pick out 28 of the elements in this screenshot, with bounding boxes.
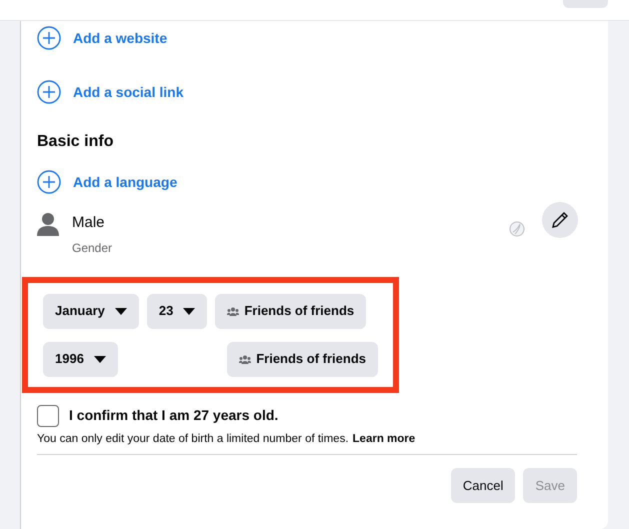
person-icon (37, 212, 59, 236)
section-heading: Basic info (37, 132, 114, 152)
add-link[interactable]: Add a social link (37, 76, 578, 108)
date-dropdown[interactable]: January (43, 294, 139, 328)
caret-icon (183, 308, 196, 314)
learn-more-link[interactable]: Learn more (352, 430, 416, 448)
checkbox[interactable] (37, 404, 59, 426)
add-link[interactable]: Add a language (37, 166, 578, 198)
date-dropdown[interactable]: 23 (146, 294, 208, 328)
note-text: You can only edit your date of birth a limited number of times. (37, 432, 349, 446)
gender-label: Gender (72, 240, 112, 256)
pencil-icon (550, 210, 570, 230)
plus-icon (37, 26, 61, 50)
gender-value: Male (72, 213, 106, 233)
confirm-label: I confirm that I am 27 years old. (69, 406, 278, 425)
globe-icon (509, 221, 525, 237)
plus-icon (37, 80, 61, 104)
caret-icon (94, 356, 106, 362)
audience-button[interactable]: Friends of friends (215, 294, 366, 328)
edit-button[interactable] (542, 202, 578, 238)
people-icon (227, 306, 240, 316)
plus-icon (37, 170, 61, 194)
people-icon (239, 354, 252, 364)
audience-button[interactable]: Friends of friends (227, 342, 378, 376)
date-dropdown[interactable]: 1996 (43, 342, 118, 376)
add-link[interactable]: Add a website (37, 22, 578, 54)
caret-icon (114, 308, 127, 314)
cancel-button[interactable]: Cancel (450, 468, 516, 503)
